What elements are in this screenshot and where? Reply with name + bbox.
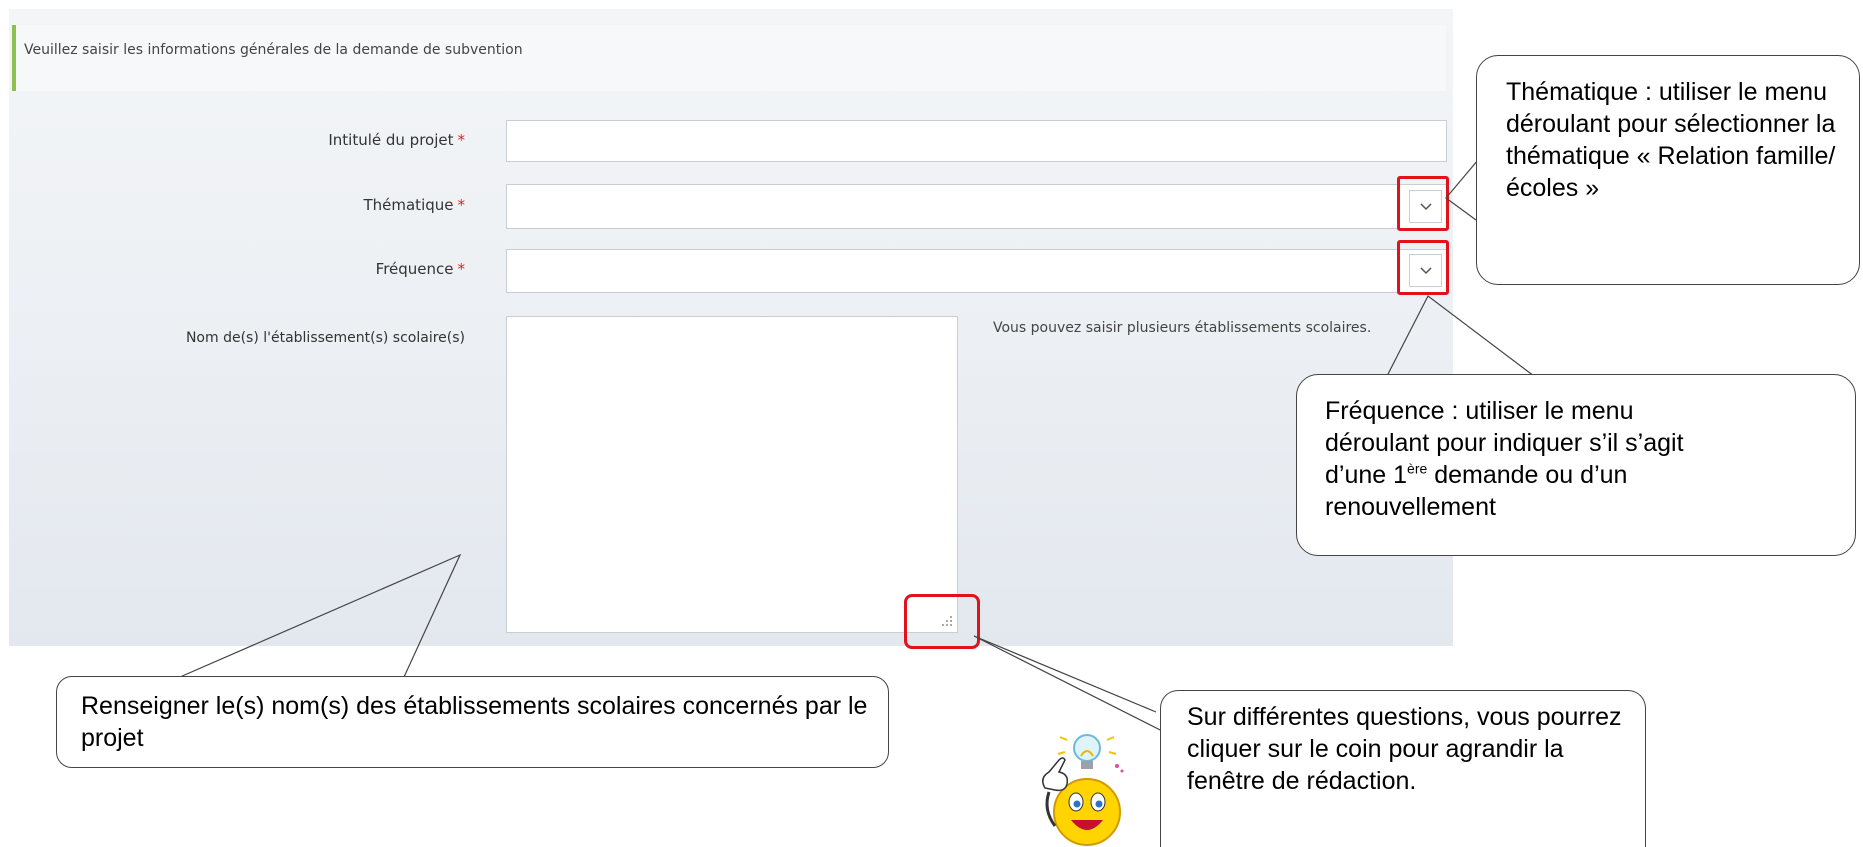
- thematique-callout-pointer: [1445, 159, 1479, 221]
- resize-callout-text: Sur différentes questions, vous pourrez …: [1187, 703, 1622, 795]
- idea-smiley-icon: [1042, 734, 1124, 846]
- resize-callout-pointer: [973, 635, 1185, 743]
- frequence-callout-text: Fréquence : utiliser le menu déroulant p…: [1325, 397, 1684, 521]
- frequence-callout-pointer: [1386, 295, 1535, 377]
- thematique-callout: Thématique : utiliser le menu déroulant …: [1476, 55, 1860, 285]
- etablissements-callout: Renseigner le(s) nom(s) des établissemen…: [56, 676, 889, 768]
- frequence-callout: Fréquence : utiliser le menu déroulant p…: [1296, 374, 1856, 556]
- etablissements-callout-text: Renseigner le(s) nom(s) des établissemen…: [81, 692, 868, 752]
- etablissements-callout-pointer: [179, 553, 462, 678]
- thematique-callout-text: Thématique : utiliser le menu déroulant …: [1506, 78, 1836, 202]
- resize-callout: Sur différentes questions, vous pourrez …: [1160, 690, 1646, 847]
